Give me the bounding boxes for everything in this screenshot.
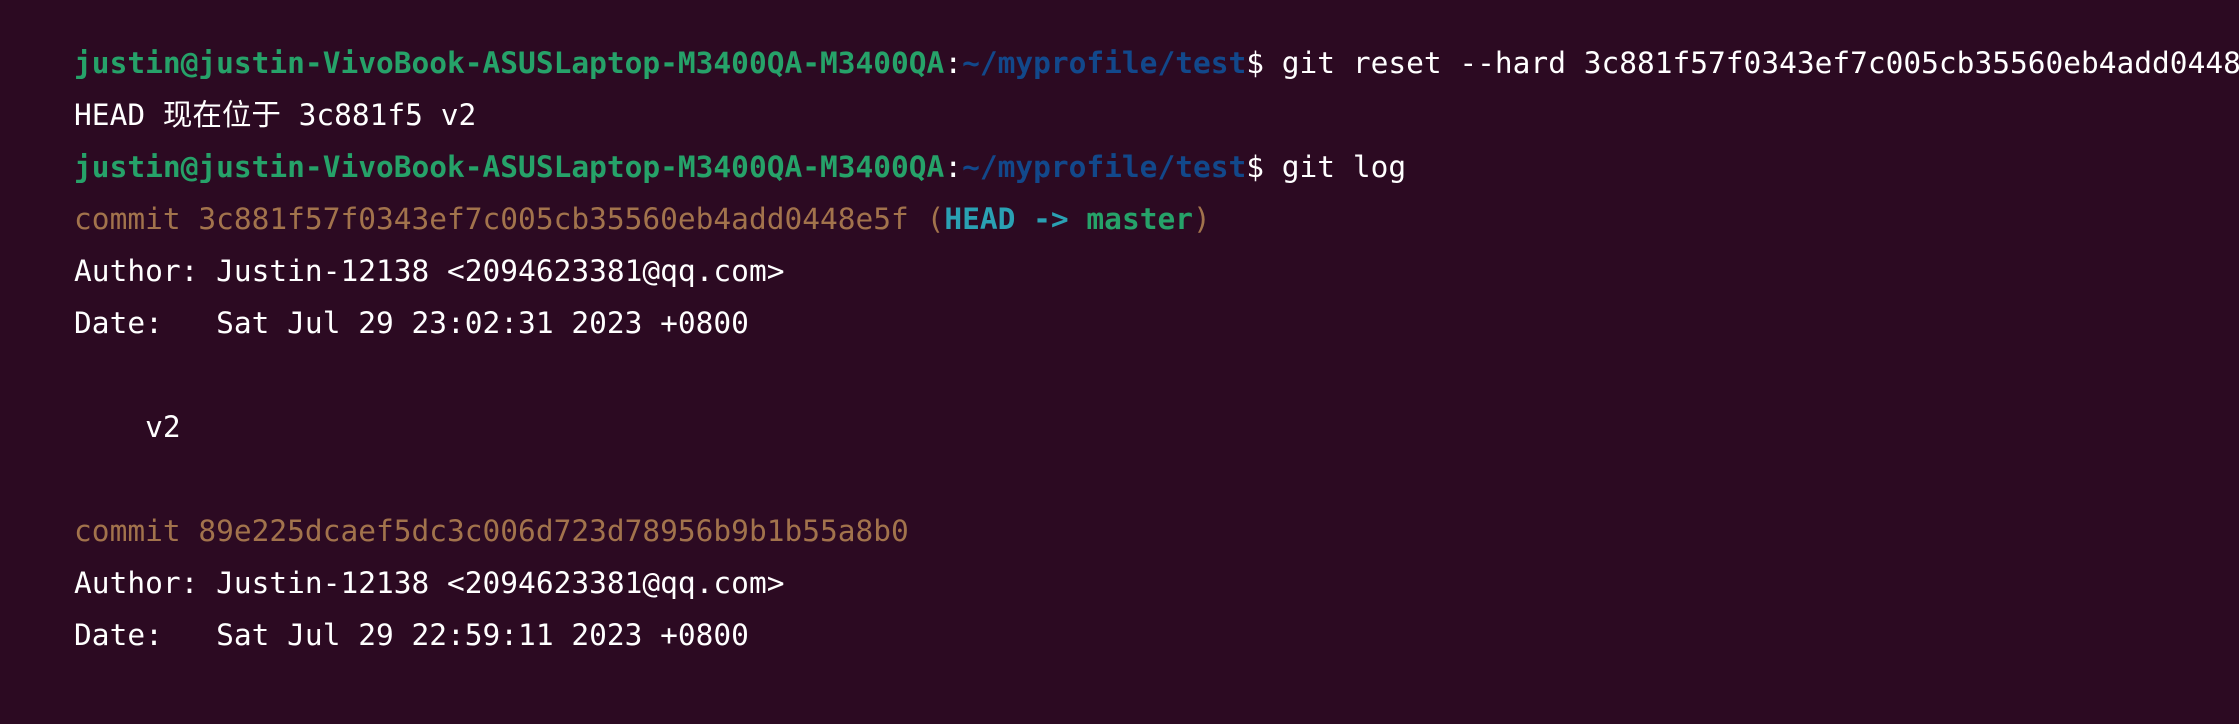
prompt-dollar: $: [1246, 150, 1282, 184]
head-ref: HEAD ->: [944, 202, 1087, 236]
date-line-1: Date: Sat Jul 29 23:02:31 2023 +0800: [3, 269, 749, 340]
output-line: HEAD 现在位于 3c881f5 v2: [3, 61, 476, 132]
prompt-path: ~/myprofile/test: [962, 46, 1247, 80]
prompt-dollar: $: [1246, 46, 1282, 80]
command-text: git reset --hard 3c881f57f0343ef7c005cb3…: [1281, 46, 2239, 80]
author-line-2: Author: Justin-12138 <2094623381@qq.com>: [3, 529, 784, 600]
date-text: Date: Sat Jul 29 22:59:11 2023 +0800: [74, 618, 749, 652]
terminal-window[interactable]: justin@justin-VivoBook-ASUSLaptop-M3400Q…: [0, 0, 2239, 724]
prompt-colon: :: [944, 46, 963, 80]
commit-line-1: commit 3c881f57f0343ef7c005cb35560eb4add…: [3, 165, 1211, 236]
ref-paren-close: ): [1193, 202, 1211, 236]
date-line-2: Date: Sat Jul 29 22:59:11 2023 +0800: [3, 581, 749, 652]
message-line-2: v-1: [3, 685, 198, 724]
branch-ref: master: [1086, 202, 1193, 236]
author-line-1: Author: Justin-12138 <2094623381@qq.com>: [3, 217, 784, 288]
prompt-line-1: justin@justin-VivoBook-ASUSLaptop-M3400Q…: [3, 9, 2239, 80]
message-line-1: v2: [3, 373, 181, 444]
ref-paren-open: (: [926, 202, 945, 236]
commit-line-2: commit 89e225dcaef5dc3c006d723d78956b9b1…: [3, 477, 909, 548]
command-text: git log: [1281, 150, 1407, 184]
prompt-line-2: justin@justin-VivoBook-ASUSLaptop-M3400Q…: [3, 113, 1406, 184]
date-text: Date: Sat Jul 29 23:02:31 2023 +0800: [74, 306, 749, 340]
commit-message: v2: [74, 410, 181, 444]
